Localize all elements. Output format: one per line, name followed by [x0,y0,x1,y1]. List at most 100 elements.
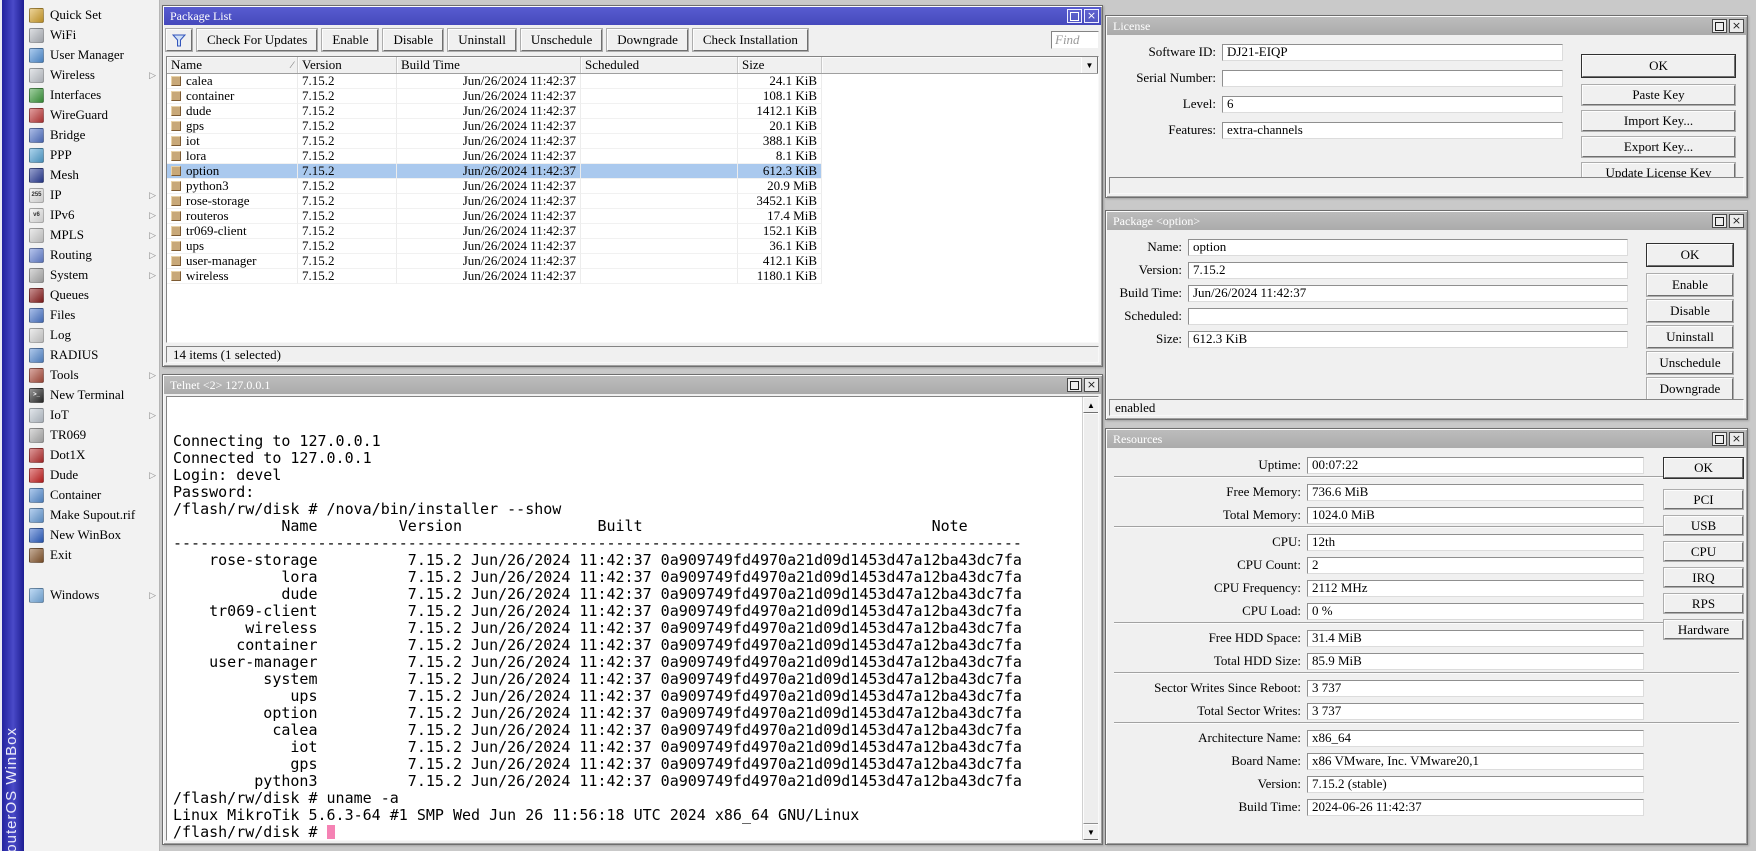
toolbar-button-unschedule[interactable]: Unschedule [521,29,602,51]
table-row-rose-storage[interactable]: rose-storage7.15.2Jun/26/2024 11:42:3734… [167,194,822,209]
field-value-cpu[interactable]: 12th [1307,534,1644,551]
telnet-titlebar[interactable]: Telnet <2> 127.0.0.1 × [164,376,1101,394]
column-header-build-time[interactable]: Build Time [397,57,581,73]
sidebar-item-quick-set[interactable]: Quick Set [24,5,159,25]
restore-icon[interactable] [1712,432,1727,446]
field-value-build-time[interactable]: Jun/26/2024 11:42:37 [1188,285,1628,302]
table-row-option[interactable]: option7.15.2Jun/26/2024 11:42:37612.3 Ki… [167,164,822,179]
sidebar-item-routing[interactable]: Routing▷ [24,245,159,265]
sidebar-item-radius[interactable]: RADIUS [24,345,159,365]
column-header-size[interactable]: Size [738,57,822,73]
sidebar-item-interfaces[interactable]: Interfaces [24,85,159,105]
field-value-scheduled[interactable] [1188,308,1628,325]
restore-icon[interactable] [1712,19,1727,33]
table-row-tr069-client[interactable]: tr069-client7.15.2Jun/26/2024 11:42:3715… [167,224,822,239]
toolbar-button-uninstall[interactable]: Uninstall [448,29,516,51]
restore-icon[interactable] [1067,378,1082,392]
field-value-cpu-frequency[interactable]: 2112 MHz [1307,580,1644,597]
field-value-cpu-count[interactable]: 2 [1307,557,1644,574]
field-value-free-hdd-space[interactable]: 31.4 MiB [1307,630,1644,647]
terminal-output[interactable]: Connecting to 127.0.0.1 Connected to 127… [173,399,1022,841]
sidebar-item-wireless[interactable]: Wireless▷ [24,65,159,85]
package-option-titlebar[interactable]: Package <option> × [1107,212,1746,230]
field-value-version[interactable]: 7.15.2 [1188,262,1628,279]
terminal-area[interactable]: Connecting to 127.0.0.1 Connected to 127… [166,396,1099,841]
sidebar-item-tools[interactable]: Tools▷ [24,365,159,385]
sidebar-item-queues[interactable]: Queues [24,285,159,305]
field-value-level[interactable]: 6 [1222,96,1563,113]
table-row-routeros[interactable]: routeros7.15.2Jun/26/2024 11:42:3717.4 M… [167,209,822,224]
scroll-down-icon[interactable]: ▼ [1083,824,1099,840]
button-downgrade[interactable]: Downgrade [1647,378,1733,400]
table-row-iot[interactable]: iot7.15.2Jun/26/2024 11:42:37388.1 KiB [167,134,822,149]
field-value-uptime[interactable]: 00:07:22 [1307,457,1644,474]
close-icon[interactable]: × [1729,432,1744,446]
close-icon[interactable]: × [1084,9,1099,23]
sidebar-item-windows[interactable]: Windows▷ [24,585,159,605]
sidebar-item-user-manager[interactable]: User Manager [24,45,159,65]
button-export-key[interactable]: Export Key... [1582,137,1735,157]
sidebar-item-log[interactable]: Log [24,325,159,345]
field-value-size[interactable]: 612.3 KiB [1188,331,1628,348]
field-value-build-time[interactable]: 2024-06-26 11:42:37 [1307,799,1644,816]
ok-button[interactable]: OK [1582,55,1735,77]
sidebar-item-ppp[interactable]: PPP [24,145,159,165]
resources-titlebar[interactable]: Resources × [1107,430,1746,448]
sidebar-item-container[interactable]: Container [24,485,159,505]
ok-button[interactable]: OK [1647,244,1733,266]
close-icon[interactable]: × [1084,378,1099,392]
button-import-key[interactable]: Import Key... [1582,111,1735,131]
sidebar-item-mesh[interactable]: Mesh [24,165,159,185]
toolbar-button-check-for-updates[interactable]: Check For Updates [197,29,317,51]
sidebar-item-exit[interactable]: Exit [24,545,159,565]
field-value-cpu-load[interactable]: 0 % [1307,603,1644,620]
filter-icon[interactable] [166,29,192,51]
sidebar-item-system[interactable]: System▷ [24,265,159,285]
close-icon[interactable]: × [1729,19,1744,33]
table-row-gps[interactable]: gps7.15.2Jun/26/2024 11:42:3720.1 KiB [167,119,822,134]
field-value-total-hdd-size[interactable]: 85.9 MiB [1307,653,1644,670]
sidebar-item-new-winbox[interactable]: New WinBox [24,525,159,545]
sidebar-item-ipv6[interactable]: v6IPv6▷ [24,205,159,225]
field-value-name[interactable]: option [1188,239,1628,256]
column-header-version[interactable]: Version [298,57,397,73]
restore-icon[interactable] [1712,214,1727,228]
column-select-dropdown-icon[interactable]: ▼ [1081,57,1098,73]
column-header-name[interactable]: Name∕ [167,57,298,73]
license-titlebar[interactable]: License × [1107,17,1746,35]
table-row-wireless[interactable]: wireless7.15.2Jun/26/2024 11:42:371180.1… [167,269,822,284]
field-value-sector-writes-since-reboot[interactable]: 3 737 [1307,680,1644,697]
field-value-features[interactable]: extra-channels [1222,122,1563,139]
button-disable[interactable]: Disable [1647,300,1733,322]
ok-button[interactable]: OK [1664,458,1743,478]
sidebar-item-files[interactable]: Files [24,305,159,325]
sidebar-item-ip[interactable]: 255IP▷ [24,185,159,205]
button-enable[interactable]: Enable [1647,274,1733,296]
toolbar-button-check-installation[interactable]: Check Installation [693,29,808,51]
field-value-version[interactable]: 7.15.2 (stable) [1307,776,1644,793]
scrollbar-thumb[interactable] [1083,413,1099,824]
button-cpu[interactable]: CPU [1664,542,1743,561]
button-uninstall[interactable]: Uninstall [1647,326,1733,348]
toolbar-button-downgrade[interactable]: Downgrade [607,29,688,51]
package-list-titlebar[interactable]: Package List × [164,7,1101,25]
field-value-board-name[interactable]: x86 VMware, Inc. VMware20,1 [1307,753,1644,770]
find-input[interactable] [1051,31,1099,49]
button-hardware[interactable]: Hardware [1664,620,1743,639]
table-row-python3[interactable]: python37.15.2Jun/26/2024 11:42:3720.9 Mi… [167,179,822,194]
table-row-ups[interactable]: ups7.15.2Jun/26/2024 11:42:3736.1 KiB [167,239,822,254]
field-value-total-sector-writes[interactable]: 3 737 [1307,703,1644,720]
scroll-up-icon[interactable]: ▲ [1083,397,1099,413]
table-row-dude[interactable]: dude7.15.2Jun/26/2024 11:42:371412.1 KiB [167,104,822,119]
terminal-scrollbar[interactable]: ▲ ▼ [1082,397,1098,840]
field-value-architecture-name[interactable]: x86_64 [1307,730,1644,747]
button-irq[interactable]: IRQ [1664,568,1743,587]
field-value-free-memory[interactable]: 736.6 MiB [1307,484,1644,501]
field-value-total-memory[interactable]: 1024.0 MiB [1307,507,1644,524]
column-header-scheduled[interactable]: Scheduled [581,57,738,73]
sidebar-item-wireguard[interactable]: WireGuard [24,105,159,125]
sidebar-item-tr069[interactable]: TR069 [24,425,159,445]
button-unschedule[interactable]: Unschedule [1647,352,1733,374]
field-value-software-id[interactable]: DJ21-EIQP [1222,44,1563,61]
sidebar-item-dude[interactable]: Dude▷ [24,465,159,485]
